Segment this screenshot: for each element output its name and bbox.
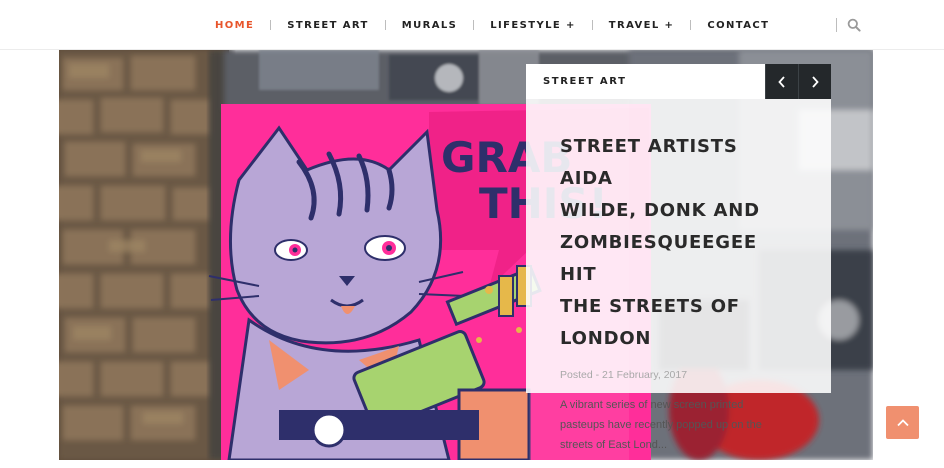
nav-divider — [473, 20, 475, 30]
post-title-line: ZOMBIESQUEEGEE HIT — [560, 232, 758, 285]
chevron-left-icon — [778, 75, 785, 88]
chevron-up-icon — [896, 418, 909, 426]
nav-item-contact[interactable]: CONTACT — [707, 20, 769, 31]
nav-item-lifestyle[interactable]: LIFESTYLE + — [490, 20, 575, 31]
nav-divider — [384, 20, 386, 30]
nav-divider — [690, 20, 692, 30]
post-excerpt-line: pasteups have recently popped up on the — [560, 419, 762, 431]
post-title-line: LONDON — [560, 328, 652, 349]
nav-divider — [836, 18, 837, 32]
main-navigation: HOME STREET ART MURALS LIFESTYLE + TRAVE… — [0, 0, 944, 50]
search-icon[interactable] — [847, 18, 861, 32]
featured-card-header: STREET ART — [526, 64, 831, 99]
nav-item-travel[interactable]: TRAVEL + — [609, 20, 675, 31]
nav-divider — [270, 20, 272, 30]
slider-prev-button[interactable] — [765, 64, 798, 99]
post-title-line: WILDE, DONK AND — [560, 200, 760, 221]
post-date: Posted - 21 February, 2017 — [560, 369, 688, 381]
nav-item-murals[interactable]: MURALS — [402, 20, 458, 31]
post-excerpt-line: streets of East Lond... — [560, 439, 668, 451]
post-title[interactable]: STREET ARTISTS AIDA WILDE, DONK AND ZOMB… — [560, 131, 797, 355]
post-excerpt-line: A vibrant series of new screen printed — [560, 399, 744, 411]
back-to-top-button[interactable] — [886, 406, 919, 439]
nav-item-street-art[interactable]: STREET ART — [287, 20, 369, 31]
post-excerpt: A vibrant series of new screen printed p… — [560, 395, 797, 455]
nav-menu: HOME STREET ART MURALS LIFESTYLE + TRAVE… — [215, 0, 769, 50]
post-title-line: THE STREETS OF — [560, 296, 740, 317]
category-label[interactable]: STREET ART — [526, 76, 765, 87]
nav-divider — [591, 20, 593, 30]
nav-search-area — [836, 17, 861, 33]
post-title-line: STREET ARTISTS AIDA — [560, 136, 738, 189]
slider-next-button[interactable] — [798, 64, 831, 99]
chevron-right-icon — [812, 75, 819, 88]
featured-card: STREET ARTISTS AIDA WILDE, DONK AND ZOMB… — [526, 99, 831, 451]
nav-item-home[interactable]: HOME — [215, 20, 254, 31]
